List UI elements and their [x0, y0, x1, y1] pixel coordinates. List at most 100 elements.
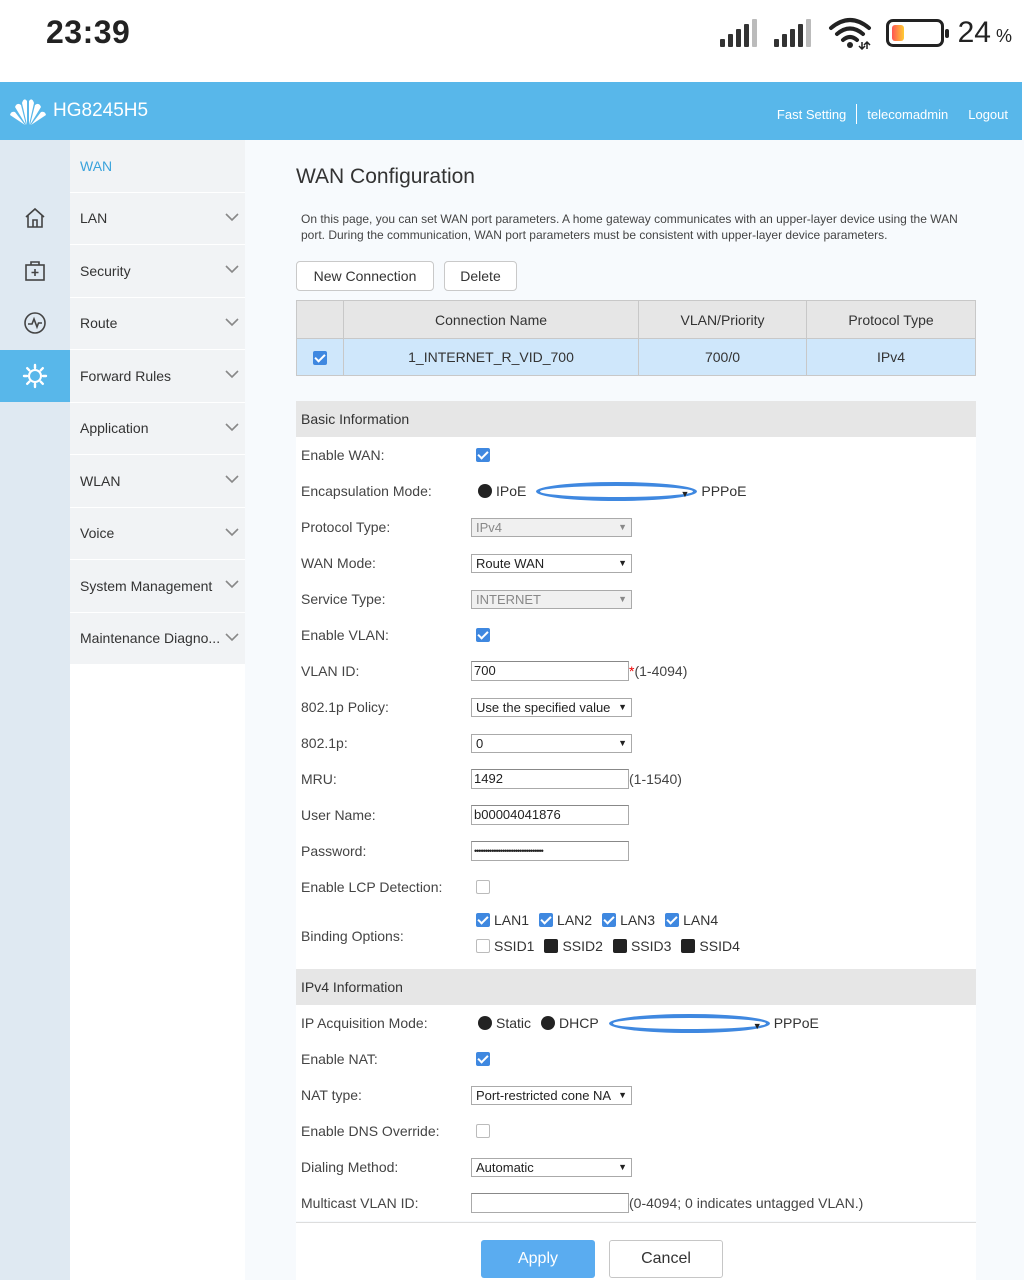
table-header-vlan: VLAN/Priority: [638, 300, 807, 339]
ssid4-checkbox[interactable]: [681, 939, 696, 953]
vlan-id-row: VLAN ID: 700 * (1-4094): [296, 653, 976, 689]
user-name-row: User Name: b00004041876: [296, 797, 976, 833]
menu-label: Security: [80, 262, 131, 279]
p8021-row: 802.1p: 0: [296, 725, 976, 761]
menu-item-forward-rules[interactable]: Forward Rules: [70, 350, 245, 403]
menu-item-voice[interactable]: Voice: [70, 508, 245, 560]
lcp-checkbox[interactable]: [476, 880, 490, 894]
fast-setting-link[interactable]: Fast Setting: [767, 107, 856, 122]
menu-label: Route: [80, 315, 118, 332]
page-title: WAN Configuration: [296, 165, 475, 188]
table-row[interactable]: 1_INTERNET_R_VID_700 700/0 IPv4: [296, 338, 976, 376]
enable-nat-label: Enable NAT:: [301, 1051, 378, 1067]
menu-item-wlan[interactable]: WLAN: [70, 455, 245, 508]
password-label: Password:: [301, 843, 367, 859]
medical-box-icon: [25, 261, 45, 281]
connection-table: Connection Name VLAN/Priority Protocol T…: [296, 300, 976, 376]
user-link[interactable]: telecomadmin: [857, 107, 958, 122]
ssid2-checkbox[interactable]: [544, 939, 559, 953]
ssid1-label: SSID1: [494, 938, 535, 954]
wifi-icon: [828, 18, 871, 50]
rail-apps[interactable]: [0, 245, 70, 297]
cancel-button[interactable]: Cancel: [609, 1240, 723, 1278]
enable-wan-checkbox[interactable]: [476, 448, 490, 462]
multicast-vlan-input[interactable]: [471, 1193, 629, 1213]
encap-pppoe-radio[interactable]: [536, 481, 698, 503]
chevron-down-icon: [225, 580, 239, 589]
menu-item-lan[interactable]: LAN: [70, 193, 245, 245]
row-checkbox[interactable]: [313, 351, 327, 366]
protocol-type-select: IPv4: [471, 517, 632, 537]
acq-pppoe-radio[interactable]: [608, 1013, 770, 1035]
gear-icon: [22, 363, 48, 389]
menu-item-route[interactable]: Route: [70, 298, 245, 350]
multicast-vlan-row: Multicast VLAN ID: (0-4094; 0 indicates …: [296, 1185, 976, 1221]
menu-label: WLAN: [80, 472, 121, 489]
binding-options: LAN1 LAN2 LAN3 LAN4 SSID1 SSID2 SSID3 SS…: [476, 907, 746, 959]
policy-select[interactable]: Use the specified value: [471, 697, 632, 717]
huawei-logo-icon: [10, 99, 46, 125]
user-name-input[interactable]: b00004041876: [471, 805, 629, 825]
wan-mode-select[interactable]: Route WAN: [471, 553, 632, 573]
vlan-priority-cell: 700/0: [638, 338, 807, 376]
encap-pppoe-label: PPPoE: [701, 483, 747, 499]
dialing-method-row: Dialing Method: Automatic: [296, 1149, 976, 1185]
form-actions: Apply Cancel: [296, 1222, 976, 1280]
protocol-type-cell: IPv4: [806, 338, 976, 376]
p8021-select[interactable]: 0: [471, 733, 632, 753]
signal-icon: [719, 19, 760, 47]
menu-item-security[interactable]: Security: [70, 245, 245, 298]
lan2-label: LAN2: [557, 912, 593, 928]
menu-item-maintenance[interactable]: Maintenance Diagno...: [70, 613, 245, 665]
rail-status[interactable]: [0, 297, 70, 349]
acq-static-radio[interactable]: [478, 1016, 492, 1030]
ssid2-label: SSID2: [562, 938, 603, 954]
lan1-checkbox[interactable]: [476, 913, 490, 927]
top-links: Fast Setting telecomadmin Logout: [767, 104, 1018, 124]
dialing-method-select[interactable]: Automatic: [471, 1157, 632, 1177]
table-header-select: [296, 300, 344, 339]
delete-button[interactable]: Delete: [444, 261, 517, 291]
table-header-protocol: Protocol Type: [806, 300, 976, 339]
dns-override-label: Enable DNS Override:: [301, 1123, 440, 1139]
enable-vlan-checkbox[interactable]: [476, 628, 490, 642]
ssid-bindings: SSID1 SSID2 SSID3 SSID4: [476, 933, 746, 959]
nat-type-select[interactable]: Port-restricted cone NA: [471, 1085, 632, 1105]
encapsulation-row: Encapsulation Mode: IPoE PPPoE: [296, 473, 976, 509]
ip-acquisition-row: IP Acquisition Mode: Static DHCP PPPoE: [296, 1005, 976, 1041]
logout-link[interactable]: Logout: [958, 107, 1018, 122]
connection-name-cell[interactable]: 1_INTERNET_R_VID_700: [343, 338, 639, 376]
password-input[interactable]: ••••••••••••••••••••••••••••••••: [471, 841, 629, 861]
enable-wan-label: Enable WAN:: [301, 447, 385, 463]
menu-label: WAN: [80, 157, 113, 174]
submenu-list: WAN LAN Security Route Forward Rules App…: [70, 140, 245, 665]
ssid4-label: SSID4: [699, 938, 740, 954]
protocol-type-row: Protocol Type: IPv4: [296, 509, 976, 545]
dns-override-checkbox[interactable]: [476, 1124, 490, 1138]
lan4-checkbox[interactable]: [665, 913, 680, 927]
menu-item-wan[interactable]: WAN: [70, 140, 245, 193]
mru-input[interactable]: 1492: [471, 769, 629, 789]
rail-home[interactable]: [0, 192, 70, 244]
menu-item-application[interactable]: Application: [70, 403, 245, 455]
ssid1-checkbox[interactable]: [476, 939, 490, 953]
enable-nat-checkbox[interactable]: [476, 1052, 490, 1066]
new-connection-button[interactable]: New Connection: [296, 261, 434, 291]
ssid3-checkbox[interactable]: [612, 939, 627, 953]
menu-label: Application: [80, 420, 149, 437]
home-icon: [25, 207, 45, 228]
chevron-down-icon: [225, 370, 239, 379]
menu-item-system-management[interactable]: System Management: [70, 560, 245, 613]
icon-rail: [0, 140, 80, 1280]
vlan-id-input[interactable]: 700: [471, 661, 629, 681]
lan3-checkbox[interactable]: [602, 913, 617, 927]
acq-dhcp-radio[interactable]: [541, 1016, 556, 1030]
lan2-checkbox[interactable]: [539, 913, 554, 927]
encapsulation-label: Encapsulation Mode:: [301, 483, 432, 499]
nat-type-row: NAT type: Port-restricted cone NA: [296, 1077, 976, 1113]
ssid3-label: SSID3: [630, 938, 672, 954]
rail-advanced[interactable]: [0, 350, 80, 402]
apply-button[interactable]: Apply: [481, 1240, 595, 1278]
lcp-label: Enable LCP Detection:: [301, 879, 443, 895]
encap-ipoe-radio[interactable]: [478, 484, 492, 498]
